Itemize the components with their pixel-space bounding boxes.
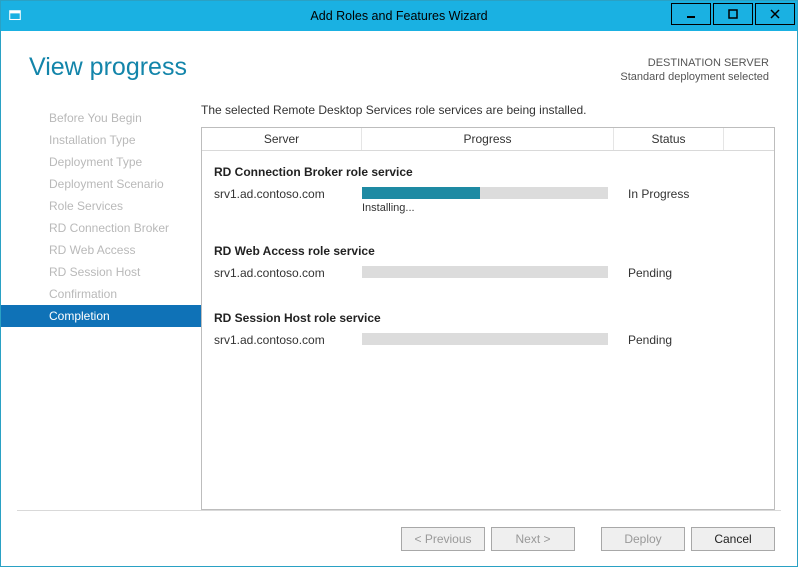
progress-cell <box>362 333 622 348</box>
titlebar: Add Roles and Features Wizard <box>1 1 797 31</box>
progress-grid: Server Progress Status RD Connection Bro… <box>201 127 775 510</box>
section-title: RD Session Host role service <box>214 311 762 325</box>
previous-button[interactable]: < Previous <box>401 527 485 551</box>
progress-bar <box>362 333 608 345</box>
next-button[interactable]: Next > <box>491 527 575 551</box>
cancel-button[interactable]: Cancel <box>691 527 775 551</box>
sidebar-item-deployment-scenario[interactable]: Deployment Scenario <box>1 173 201 195</box>
deploy-button[interactable]: Deploy <box>601 527 685 551</box>
sidebar-item-before-you-begin[interactable]: Before You Begin <box>1 107 201 129</box>
destination-value: Standard deployment selected <box>620 70 769 84</box>
page-title: View progress <box>29 53 187 82</box>
sidebar-item-role-services[interactable]: Role Services <box>1 195 201 217</box>
section-title: RD Connection Broker role service <box>214 165 762 179</box>
progress-bar <box>362 187 608 199</box>
col-header-progress[interactable]: Progress <box>362 128 614 150</box>
grid-header: Server Progress Status <box>202 128 774 151</box>
progress-cell: Installing... <box>362 187 622 214</box>
sidebar-item-rd-web-access[interactable]: RD Web Access <box>1 239 201 261</box>
window-controls <box>671 1 797 31</box>
sidebar-item-rd-connection-broker[interactable]: RD Connection Broker <box>1 217 201 239</box>
sidebar-item-completion[interactable]: Completion <box>1 305 201 327</box>
app-icon <box>1 9 29 23</box>
section-rd-connection-broker: RD Connection Broker role service srv1.a… <box>202 151 774 214</box>
table-row: srv1.ad.contoso.com Installing... In Pro… <box>214 187 762 214</box>
server-cell: srv1.ad.contoso.com <box>214 266 362 280</box>
progress-cell <box>362 266 622 281</box>
footer: < Previous Next > Deploy Cancel <box>17 510 781 566</box>
sidebar-item-deployment-type[interactable]: Deployment Type <box>1 151 201 173</box>
col-header-spacer <box>724 128 774 150</box>
table-row: srv1.ad.contoso.com Pending <box>214 266 762 281</box>
destination-label: DESTINATION SERVER <box>620 56 769 70</box>
sidebar-item-rd-session-host[interactable]: RD Session Host <box>1 261 201 283</box>
status-cell: Pending <box>622 333 762 347</box>
status-cell: In Progress <box>622 187 762 201</box>
wizard-window: Add Roles and Features Wizard View progr… <box>0 0 798 567</box>
wizard-sidebar: Before You Begin Installation Type Deplo… <box>1 101 201 510</box>
col-header-status[interactable]: Status <box>614 128 724 150</box>
maximize-button[interactable] <box>713 3 753 25</box>
destination-block: DESTINATION SERVER Standard deployment s… <box>620 56 769 85</box>
minimize-button[interactable] <box>671 3 711 25</box>
header-row: View progress DESTINATION SERVER Standar… <box>1 31 797 89</box>
content-area: View progress DESTINATION SERVER Standar… <box>1 31 797 566</box>
server-cell: srv1.ad.contoso.com <box>214 333 362 347</box>
section-title: RD Web Access role service <box>214 244 762 258</box>
status-cell: Pending <box>622 266 762 280</box>
table-row: srv1.ad.contoso.com Pending <box>214 333 762 348</box>
main-panel: The selected Remote Desktop Services rol… <box>201 101 775 510</box>
progress-bar-fill <box>362 187 480 199</box>
sidebar-item-installation-type[interactable]: Installation Type <box>1 129 201 151</box>
col-header-server[interactable]: Server <box>202 128 362 150</box>
progress-bar <box>362 266 608 278</box>
section-rd-session-host: RD Session Host role service srv1.ad.con… <box>202 297 774 348</box>
server-cell: srv1.ad.contoso.com <box>214 187 362 201</box>
progress-label: Installing... <box>362 202 608 214</box>
body-row: Before You Begin Installation Type Deplo… <box>1 89 797 510</box>
close-button[interactable] <box>755 3 795 25</box>
intro-text: The selected Remote Desktop Services rol… <box>201 103 775 117</box>
section-rd-web-access: RD Web Access role service srv1.ad.conto… <box>202 230 774 281</box>
sidebar-item-confirmation[interactable]: Confirmation <box>1 283 201 305</box>
